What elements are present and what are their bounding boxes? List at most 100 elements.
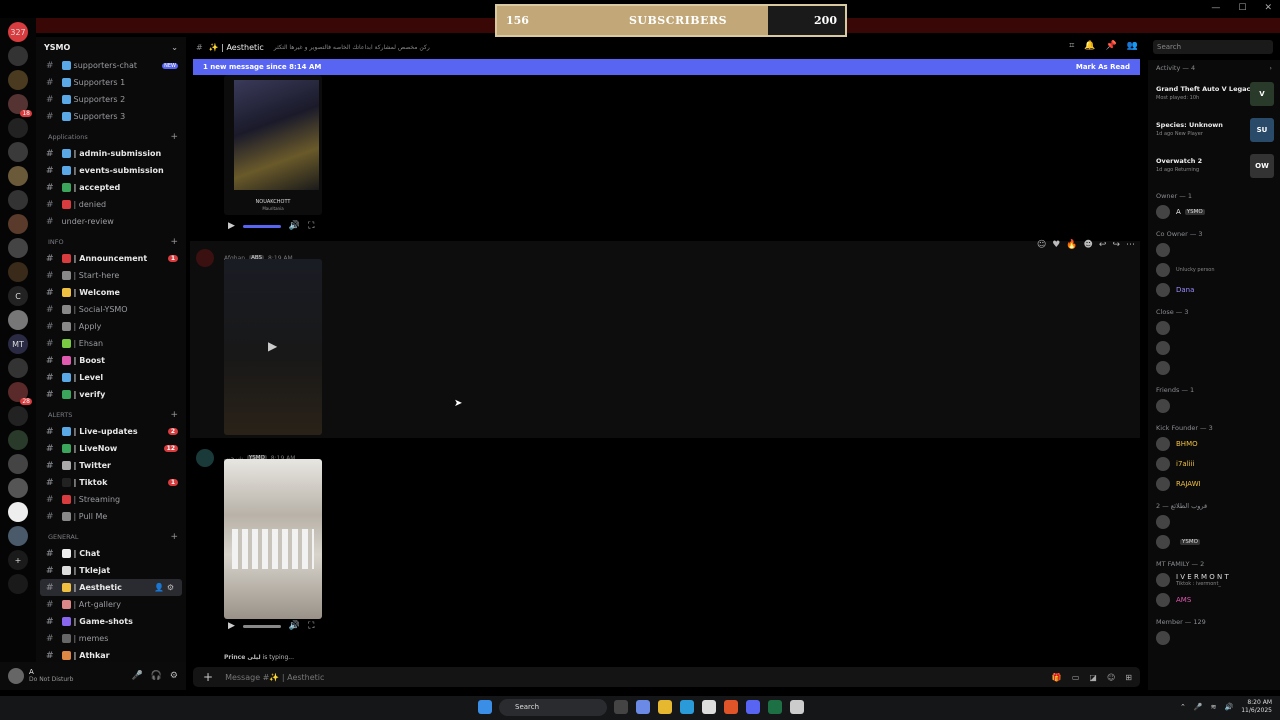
server-icon[interactable]: MT bbox=[8, 334, 28, 354]
taskbar-search[interactable]: Search bbox=[499, 699, 607, 716]
video-attachment-2[interactable]: ▶ bbox=[224, 259, 322, 435]
member-item[interactable]: Dana bbox=[1148, 280, 1280, 300]
bell-icon[interactable]: 🔔 bbox=[1084, 41, 1095, 51]
chrome-icon[interactable] bbox=[790, 700, 804, 714]
channel-item[interactable]: # | Art-gallery bbox=[36, 596, 186, 613]
channel-item[interactable]: # Supporters 1 bbox=[36, 74, 186, 91]
server-icon[interactable] bbox=[8, 526, 28, 546]
more-icon[interactable]: ⋯ bbox=[1126, 240, 1135, 250]
server-icon[interactable] bbox=[8, 478, 28, 498]
apps-icon[interactable]: ⊞ bbox=[1125, 673, 1132, 682]
pin-icon[interactable]: 📌 bbox=[1106, 41, 1117, 51]
new-messages-bar[interactable]: 1 new message since 8:14 AM Mark As Read bbox=[193, 59, 1140, 75]
add-channel-icon[interactable]: + bbox=[170, 410, 178, 420]
server-icon[interactable]: 28 bbox=[8, 382, 32, 405]
channel-item[interactable]: # | Chat bbox=[36, 545, 186, 562]
server-icon[interactable] bbox=[8, 454, 28, 474]
file-explorer-icon[interactable] bbox=[658, 700, 672, 714]
store-icon[interactable] bbox=[702, 700, 716, 714]
channel-item[interactable]: # | Twitter bbox=[36, 457, 186, 474]
copilot-icon[interactable] bbox=[636, 700, 650, 714]
server-icon[interactable] bbox=[8, 574, 28, 594]
chevron-right-icon[interactable]: › bbox=[1269, 64, 1272, 72]
server-icon[interactable] bbox=[8, 214, 28, 234]
channel-item[interactable]: # | Live-updates 2 bbox=[36, 423, 186, 440]
volume-icon[interactable]: 🔊 bbox=[1225, 703, 1234, 711]
channel-item[interactable]: # under-review bbox=[36, 213, 186, 230]
minimize-icon[interactable]: — bbox=[1211, 3, 1220, 13]
heart-icon[interactable]: ♥ bbox=[1052, 240, 1060, 250]
video-attachment-3[interactable] bbox=[224, 459, 322, 619]
channel-item[interactable]: # | accepted bbox=[36, 179, 186, 196]
video-attachment-1[interactable]: NOUAKCHOTT Mauritania bbox=[224, 75, 322, 215]
channel-item[interactable]: # supporters-chat NEW bbox=[36, 57, 186, 74]
volume-icon[interactable]: 🔊 bbox=[289, 221, 300, 231]
discord-icon[interactable] bbox=[746, 700, 760, 714]
member-item[interactable] bbox=[1148, 512, 1280, 532]
gif-icon[interactable]: ▭ bbox=[1072, 673, 1080, 682]
member-item[interactable]: RAJAWI bbox=[1148, 474, 1280, 494]
windows-start-icon[interactable] bbox=[478, 700, 492, 714]
member-item[interactable]: BHMO bbox=[1148, 434, 1280, 454]
avatar[interactable] bbox=[196, 249, 214, 267]
fire-icon[interactable]: 🔥 bbox=[1066, 240, 1077, 250]
server-icon[interactable]: C bbox=[8, 286, 28, 306]
category-header[interactable]: GENERAL + bbox=[36, 529, 186, 545]
play-icon[interactable]: ▶ bbox=[228, 221, 235, 231]
settings-gear-icon[interactable]: ⚙ bbox=[170, 671, 178, 681]
channel-item[interactable]: # | Tiktok 1 bbox=[36, 474, 186, 491]
member-item[interactable]: i7aliii bbox=[1148, 454, 1280, 474]
channel-item[interactable]: # | Aesthetic 👤 ⚙ bbox=[40, 579, 182, 596]
reply-icon[interactable]: ↩ bbox=[1099, 240, 1107, 250]
forward-icon[interactable]: ↪ bbox=[1112, 240, 1120, 250]
member-item[interactable]: A YSMO bbox=[1148, 202, 1280, 222]
progress-bar[interactable] bbox=[242, 624, 281, 628]
message-input[interactable]: + Message #✨ | Aesthetic 🎁 ▭ ◪ ☺ ⊞ bbox=[193, 667, 1140, 687]
channel-item[interactable]: # | Game-shots bbox=[36, 613, 186, 630]
add-channel-icon[interactable]: + bbox=[170, 237, 178, 247]
member-item[interactable]: AMS bbox=[1148, 590, 1280, 610]
activity-card[interactable]: Overwatch 2 1d ago Returning OW bbox=[1148, 148, 1280, 184]
activity-card[interactable]: Grand Theft Auto V Legacy Most played: 10… bbox=[1148, 76, 1280, 112]
server-icon[interactable] bbox=[8, 358, 28, 378]
channel-item[interactable]: # | events-submission bbox=[36, 162, 186, 179]
server-icon[interactable] bbox=[8, 142, 28, 162]
member-item[interactable] bbox=[1148, 338, 1280, 358]
search-input[interactable]: Search bbox=[1153, 40, 1273, 54]
fullscreen-icon[interactable]: ⛶ bbox=[308, 221, 314, 231]
server-icon[interactable] bbox=[8, 166, 28, 186]
channel-item[interactable]: # | denied bbox=[36, 196, 186, 213]
server-icon[interactable] bbox=[8, 262, 28, 282]
channel-item[interactable]: # Supporters 3 bbox=[36, 108, 186, 125]
channel-item[interactable]: # | Welcome bbox=[36, 284, 186, 301]
server-icon[interactable] bbox=[8, 430, 28, 450]
clock[interactable]: 8:20 AM 11/6/2025 bbox=[1241, 699, 1272, 715]
member-item[interactable]: I V E R M O N T Tiktok : ivermont_ bbox=[1148, 570, 1280, 590]
fullscreen-icon[interactable]: ⛶ bbox=[308, 621, 314, 631]
channel-item[interactable]: # | Pull Me bbox=[36, 508, 186, 525]
channel-item[interactable]: # | Ehsan bbox=[36, 335, 186, 352]
sticker-icon[interactable]: ◪ bbox=[1089, 673, 1097, 682]
maximize-icon[interactable]: ☐ bbox=[1238, 3, 1246, 13]
emoji-icon[interactable]: ☻ bbox=[1084, 240, 1093, 250]
channel-item[interactable]: # | Level bbox=[36, 369, 186, 386]
category-header[interactable]: ALERTS + bbox=[36, 407, 186, 423]
server-icon[interactable] bbox=[8, 118, 28, 138]
play-icon[interactable]: ▶ bbox=[228, 621, 235, 631]
channel-item[interactable]: # | memes bbox=[36, 630, 186, 647]
react-icon[interactable]: ☺ bbox=[1037, 240, 1046, 250]
add-attachment-icon[interactable]: + bbox=[203, 670, 213, 684]
server-icon[interactable]: 327 bbox=[8, 22, 28, 42]
channel-item[interactable]: # | Apply bbox=[36, 318, 186, 335]
channel-item[interactable]: # | Start-here bbox=[36, 267, 186, 284]
mark-as-read-button[interactable]: Mark As Read bbox=[1076, 63, 1130, 71]
members-icon[interactable]: 👥 bbox=[1127, 41, 1138, 51]
member-item[interactable] bbox=[1148, 358, 1280, 378]
category-header[interactable]: Applications + bbox=[36, 129, 186, 145]
channel-item[interactable]: # | Boost bbox=[36, 352, 186, 369]
server-icon[interactable] bbox=[8, 238, 28, 258]
server-header[interactable]: YSMO ⌄ bbox=[36, 37, 186, 57]
server-icon[interactable] bbox=[8, 310, 28, 330]
channel-settings-icon[interactable]: 👤 ⚙ bbox=[154, 583, 174, 592]
member-item[interactable]: Unlucky person bbox=[1148, 260, 1280, 280]
